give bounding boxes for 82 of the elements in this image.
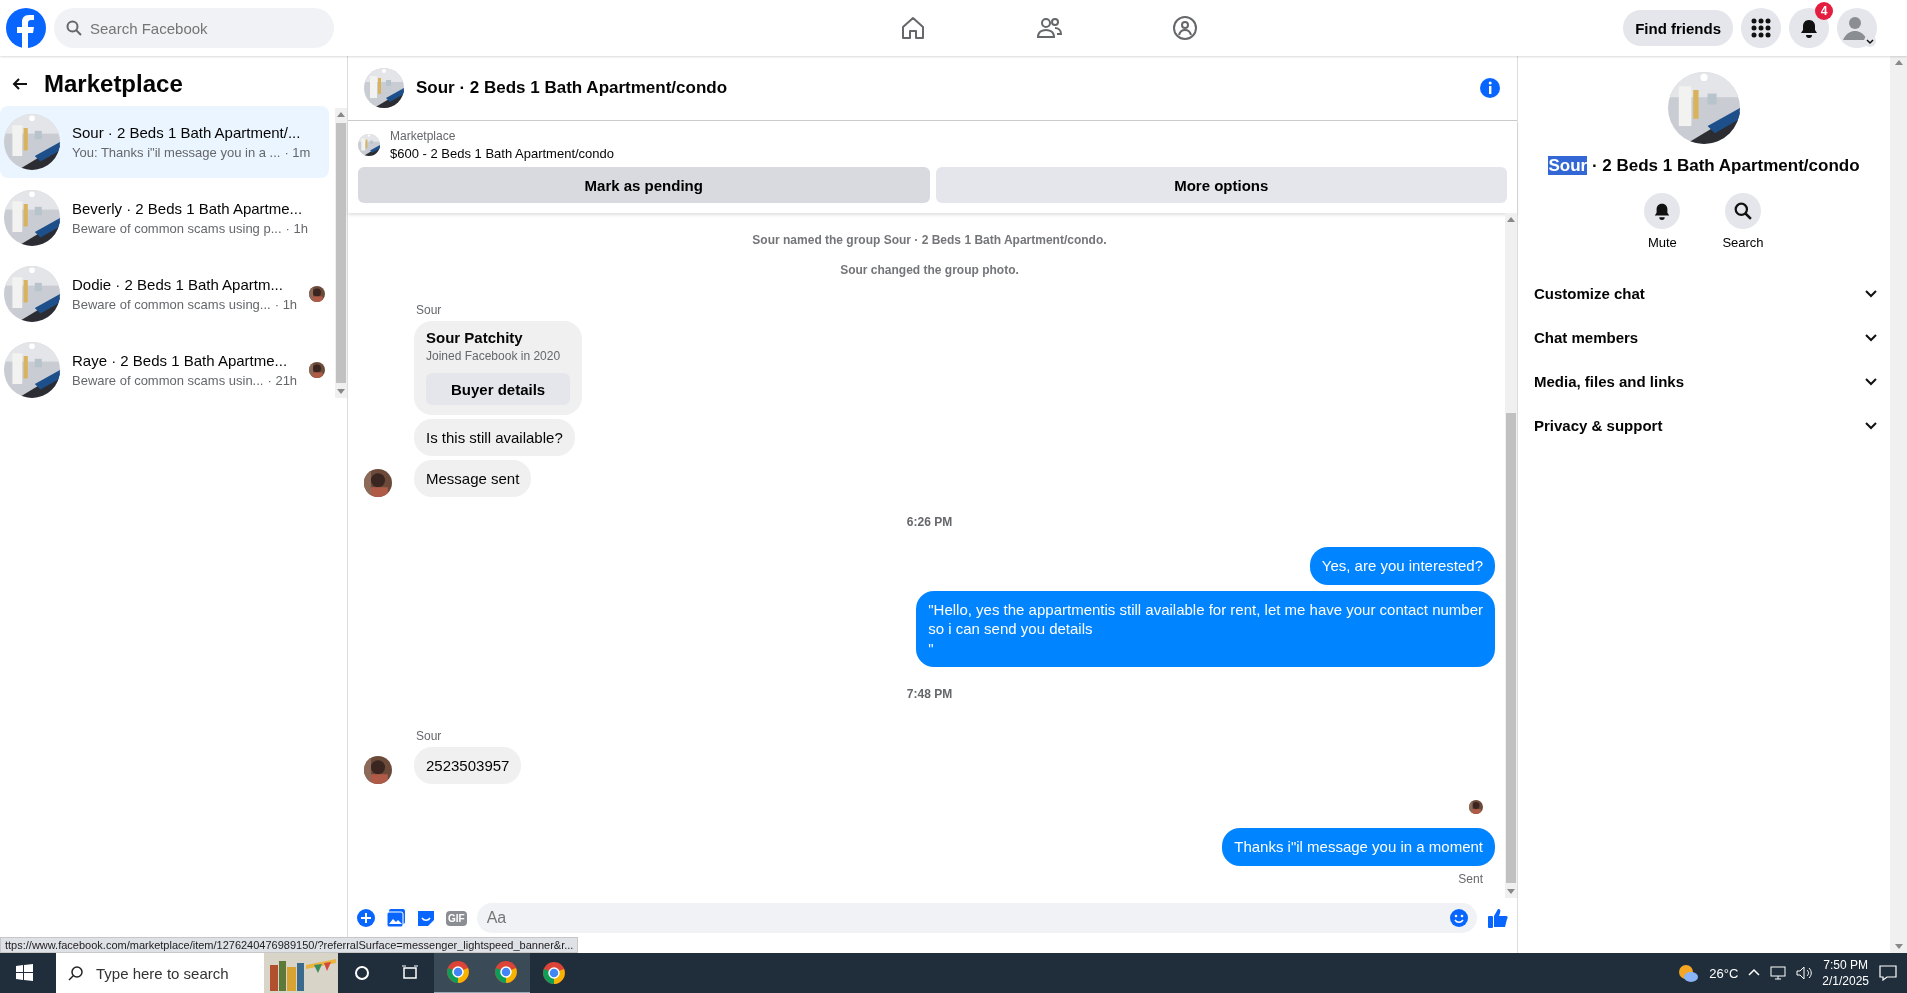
listing-action-button[interactable]: Mark as pending [358,167,930,203]
details-section[interactable]: Media, files and links [1534,359,1878,403]
conversation-time: · 1h [285,221,308,236]
clock[interactable]: 7:50 PM 2/1/2025 [1822,956,1869,990]
info-icon[interactable] [1479,77,1501,99]
conversation-item[interactable]: Sour · 2 Beds 1 Bath Apartment/... You: Thanks i"il message you in a ... · 1m [0,106,330,178]
speaker-icon[interactable] [1796,966,1813,980]
incoming-message: Message sent [414,460,532,497]
listing-source: Marketplace [390,129,457,143]
image-icon[interactable] [386,908,406,928]
sender-name: Sour [416,729,443,743]
buyer-details-button[interactable]: Buyer details [426,373,571,405]
timestamp: 6:26 PM [905,515,954,529]
conversation-title: Sour · 2 Beds 1 Bath Apartment/... [72,124,302,141]
scrollbar-thumb[interactable] [336,123,347,383]
notification-center-icon[interactable] [1879,965,1897,981]
system-message: Sour named the group Sour · 2 Beds 1 Bath Apartment/condo. [751,233,1108,247]
outgoing-message: Thanks i"il message you in a moment [1222,828,1495,866]
profile-subtitle: Joined Facebook in 2020 [426,349,562,363]
scrollbar-thumb[interactable] [1506,413,1516,883]
status-url: ttps://www.facebook.com/marketplace/item/1276240476989150/?referralSurface=messenger_lightspeed_banner&r... [0,937,579,953]
conversation-time: · 21h [267,373,298,388]
chat-details-title: Sour · 2 Beds 1 Bath Apartment/condo [1548,156,1860,176]
incoming-message: 2523503957 [414,747,522,784]
chat-action-button[interactable]: Search [1716,192,1770,251]
plus-icon[interactable] [356,908,376,928]
conversation-time: · 1h [274,297,298,312]
listing-action-button[interactable]: More options [935,167,1507,203]
conversation-title: Raye · 2 Beds 1 Bath Apartme... [72,352,289,369]
outgoing-message: "Hello, yes the appartmentis still available for rent, let me have your contact number so i can send you details " [916,590,1495,667]
sent-status: Sent [1458,871,1483,886]
conversation-title: Beverly · 2 Beds 1 Bath Apartme... [72,200,304,217]
chat-action-button[interactable]: Mute [1638,192,1687,251]
profile-name: Sour Patchity [426,329,524,346]
thumbs-up-icon[interactable] [1487,907,1509,929]
details-section[interactable]: Chat members [1534,315,1878,359]
menu-button[interactable] [1741,8,1781,48]
notifications-button[interactable] [1789,8,1829,48]
conversation-time: · 1m [284,145,311,160]
outgoing-message: Yes, are you interested? [1309,547,1495,585]
browser-icon[interactable] [542,961,566,985]
browser-icon[interactable] [494,960,518,984]
bell-icon [1799,18,1819,38]
conversation-preview: Beware of common scams usin... [72,373,264,388]
profile-avatar-icon[interactable] [1837,8,1877,48]
weather-icon[interactable] [1677,963,1700,983]
bell-icon [1653,202,1672,220]
task-view-icon[interactable] [401,965,419,981]
sidebar-title: Marketplace [44,70,183,98]
incoming-message: Is this still available? [414,419,575,456]
search-icon [1734,202,1752,220]
notification-badge: 4 [1815,2,1833,20]
emoji-icon[interactable] [1449,908,1469,928]
browser-icon[interactable] [446,960,470,984]
menu-icon [1751,18,1771,38]
message-input[interactable]: Aa [476,903,1477,933]
groups-icon[interactable] [1170,14,1199,42]
logo-icon[interactable] [6,8,46,48]
details-section[interactable]: Privacy & support [1534,403,1878,447]
sticker-icon[interactable] [416,908,436,928]
temperature: 26°C [1709,965,1739,981]
conversation-preview: You: Thanks i"il message you in a ... [72,145,281,160]
find-friends-button[interactable]: Find friends [1623,10,1733,46]
listing-title: $600 - 2 Beds 1 Bath Apartment/condo [390,146,615,161]
details-section[interactable]: Customize chat [1534,271,1878,315]
network-icon[interactable] [1770,966,1787,980]
timestamp: 7:48 PM [905,687,954,701]
conversation-item[interactable]: Raye · 2 Beds 1 Bath Apartme... Beware of common scams usin... · 21h [0,334,330,406]
conversation-item[interactable]: Dodie · 2 Beds 1 Bath Apartm... Beware of common scams using... · 1h [0,258,330,330]
sender-name: Sour [416,303,443,317]
system-message: Sour changed the group photo. [839,263,1020,277]
search-icon [68,965,84,981]
cortana-icon[interactable] [354,965,370,981]
taskbar-search-field[interactable]: Type here to search [56,953,264,993]
conversation-title: Dodie · 2 Beds 1 Bath Apartm... [72,276,284,293]
search-icon [66,20,82,36]
back-arrow-icon[interactable] [12,76,28,92]
search-field[interactable]: Search Facebook [54,8,334,48]
conversation-item[interactable]: Beverly · 2 Beds 1 Bath Apartme... Beware of common scams using p... · 1h [0,182,330,254]
chat-title: Sour · 2 Beds 1 Bath Apartment/condo [416,78,729,98]
conversation-preview: Beware of common scams using p... [72,221,282,236]
conversation-preview: Beware of common scams using... [72,297,271,312]
